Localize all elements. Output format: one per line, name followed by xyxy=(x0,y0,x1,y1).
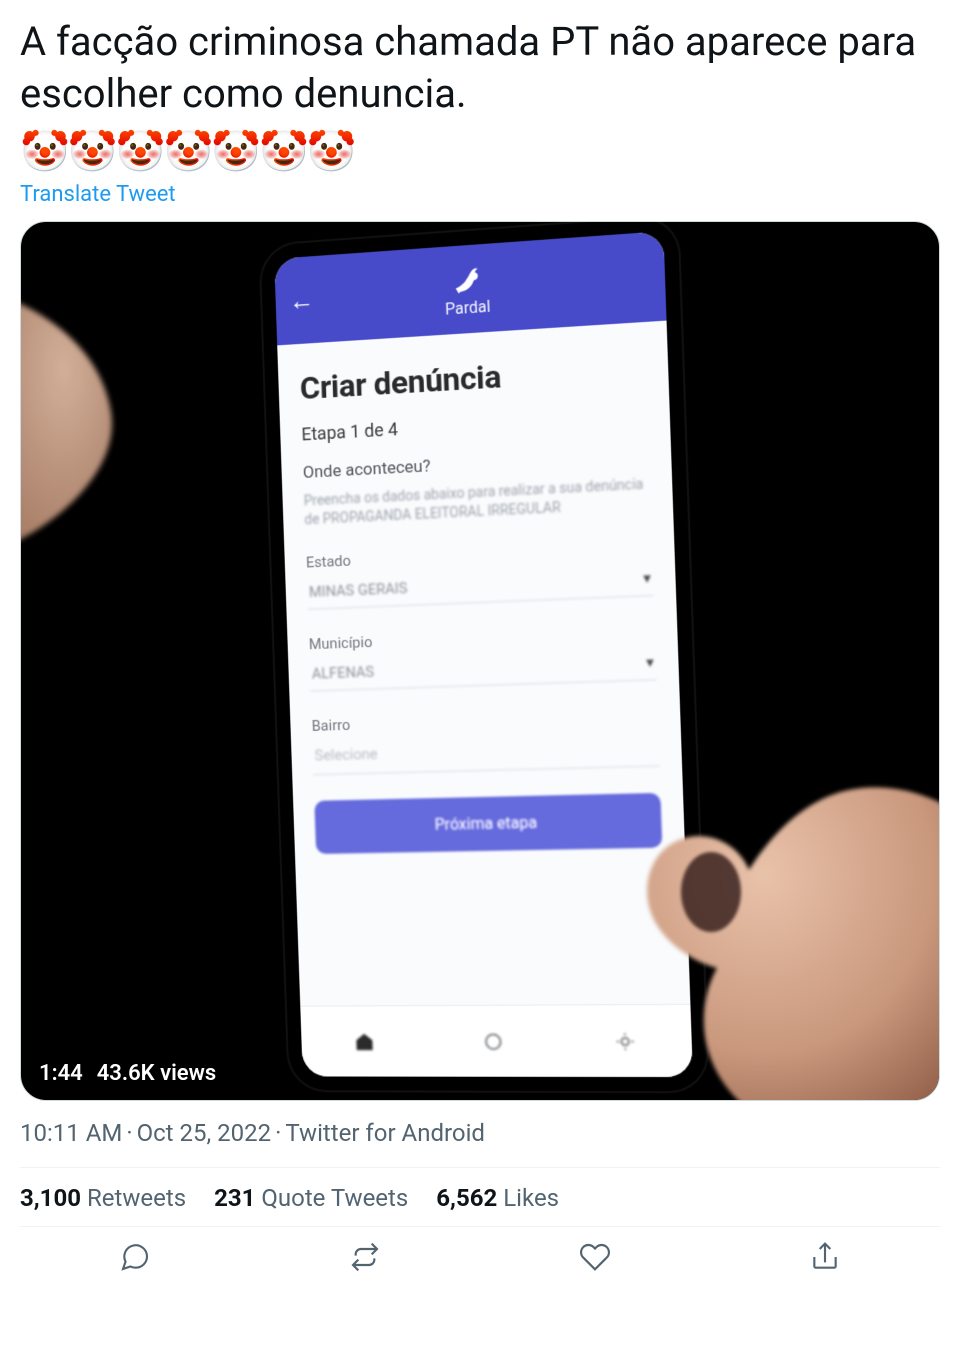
tweet-time[interactable]: 10:11 AM xyxy=(20,1119,122,1147)
clown-emoji: 🤡 xyxy=(211,128,261,176)
back-icon[interactable]: ← xyxy=(289,284,315,316)
tweet-meta: 10:11 AM·Oct 25, 2022·Twitter for Androi… xyxy=(20,1119,940,1147)
tweet-text: A facção criminosa chamada PT não aparec… xyxy=(20,16,940,120)
chevron-down-icon: ▾ xyxy=(646,653,654,672)
reply-button[interactable] xyxy=(115,1237,155,1277)
value-municipio: ALFENAS xyxy=(311,663,374,683)
clown-emoji: 🤡 xyxy=(20,128,70,176)
app-step: Etapa 1 de 4 xyxy=(301,405,647,445)
retweets-stat[interactable]: 3,100Retweets xyxy=(20,1184,186,1212)
clown-emoji: 🤡 xyxy=(68,128,118,176)
clown-emoji: 🤡 xyxy=(163,128,213,176)
share-button[interactable] xyxy=(805,1237,845,1277)
field-estado: Estado MINAS GERAIS ▾ xyxy=(306,538,654,610)
tweet-actions xyxy=(20,1226,940,1293)
tweet-date[interactable]: Oct 25, 2022 xyxy=(137,1119,271,1147)
label-municipio: Município xyxy=(309,622,656,653)
next-step-button[interactable]: Próxima etapa xyxy=(314,793,662,854)
likes-stat[interactable]: 6,562Likes xyxy=(436,1184,559,1212)
app-body: Criar denúncia Etapa 1 de 4 Onde acontec… xyxy=(277,321,690,1006)
select-estado[interactable]: MINAS GERAIS ▾ xyxy=(307,564,654,609)
tweet-video[interactable]: ← Pardal Criar denúncia Etapa 1 de 4 Ond… xyxy=(20,221,940,1101)
pardal-logo-icon xyxy=(449,261,484,297)
app-name: Pardal xyxy=(445,296,491,318)
nav-middle-icon[interactable] xyxy=(480,1028,507,1054)
app-hint: Preencha os dados abaixo para realizar a… xyxy=(304,475,651,530)
nav-right-icon[interactable] xyxy=(611,1028,638,1054)
tweet-stats: 3,100Retweets 231Quote Tweets 6,562Likes xyxy=(20,1184,940,1212)
chevron-down-icon: ▾ xyxy=(643,568,651,587)
select-municipio[interactable]: ALFENAS ▾ xyxy=(309,649,656,692)
label-bairro: Bairro xyxy=(311,706,658,734)
field-municipio: Município ALFENAS ▾ xyxy=(309,622,657,691)
like-button[interactable] xyxy=(575,1237,615,1277)
tweet-container: A facção criminosa chamada PT não aparec… xyxy=(0,0,960,1301)
tweet-source[interactable]: Twitter for Android xyxy=(285,1119,485,1147)
clown-emoji: 🤡 xyxy=(259,128,309,176)
phone-mockup: ← Pardal Criar denúncia Etapa 1 de 4 Ond… xyxy=(260,221,708,1091)
tweet-emoji-row: 🤡🤡🤡🤡🤡🤡🤡 xyxy=(20,128,940,176)
field-bairro: Bairro Selecione xyxy=(311,706,659,775)
video-duration: 1:44 xyxy=(39,1061,83,1086)
nav-report-icon[interactable] xyxy=(352,1029,378,1055)
phone-screen: ← Pardal Criar denúncia Etapa 1 de 4 Ond… xyxy=(274,231,693,1077)
value-estado: MINAS GERAIS xyxy=(309,579,408,601)
input-bairro[interactable]: Selecione xyxy=(312,733,659,775)
app-title: Criar denúncia xyxy=(299,348,646,407)
video-overlay: 1:44 43.6K views xyxy=(39,1061,216,1086)
retweet-button[interactable] xyxy=(345,1237,385,1277)
translate-tweet-link[interactable]: Translate Tweet xyxy=(20,182,940,207)
app-brand: Pardal xyxy=(443,260,490,318)
video-views: 43.6K views xyxy=(97,1061,217,1086)
hand-left-silhouette xyxy=(20,292,131,552)
divider xyxy=(20,1167,940,1168)
app-bottom-nav xyxy=(300,1004,693,1077)
clown-emoji: 🤡 xyxy=(307,128,357,176)
clown-emoji: 🤡 xyxy=(116,128,166,176)
quotes-stat[interactable]: 231Quote Tweets xyxy=(214,1184,408,1212)
